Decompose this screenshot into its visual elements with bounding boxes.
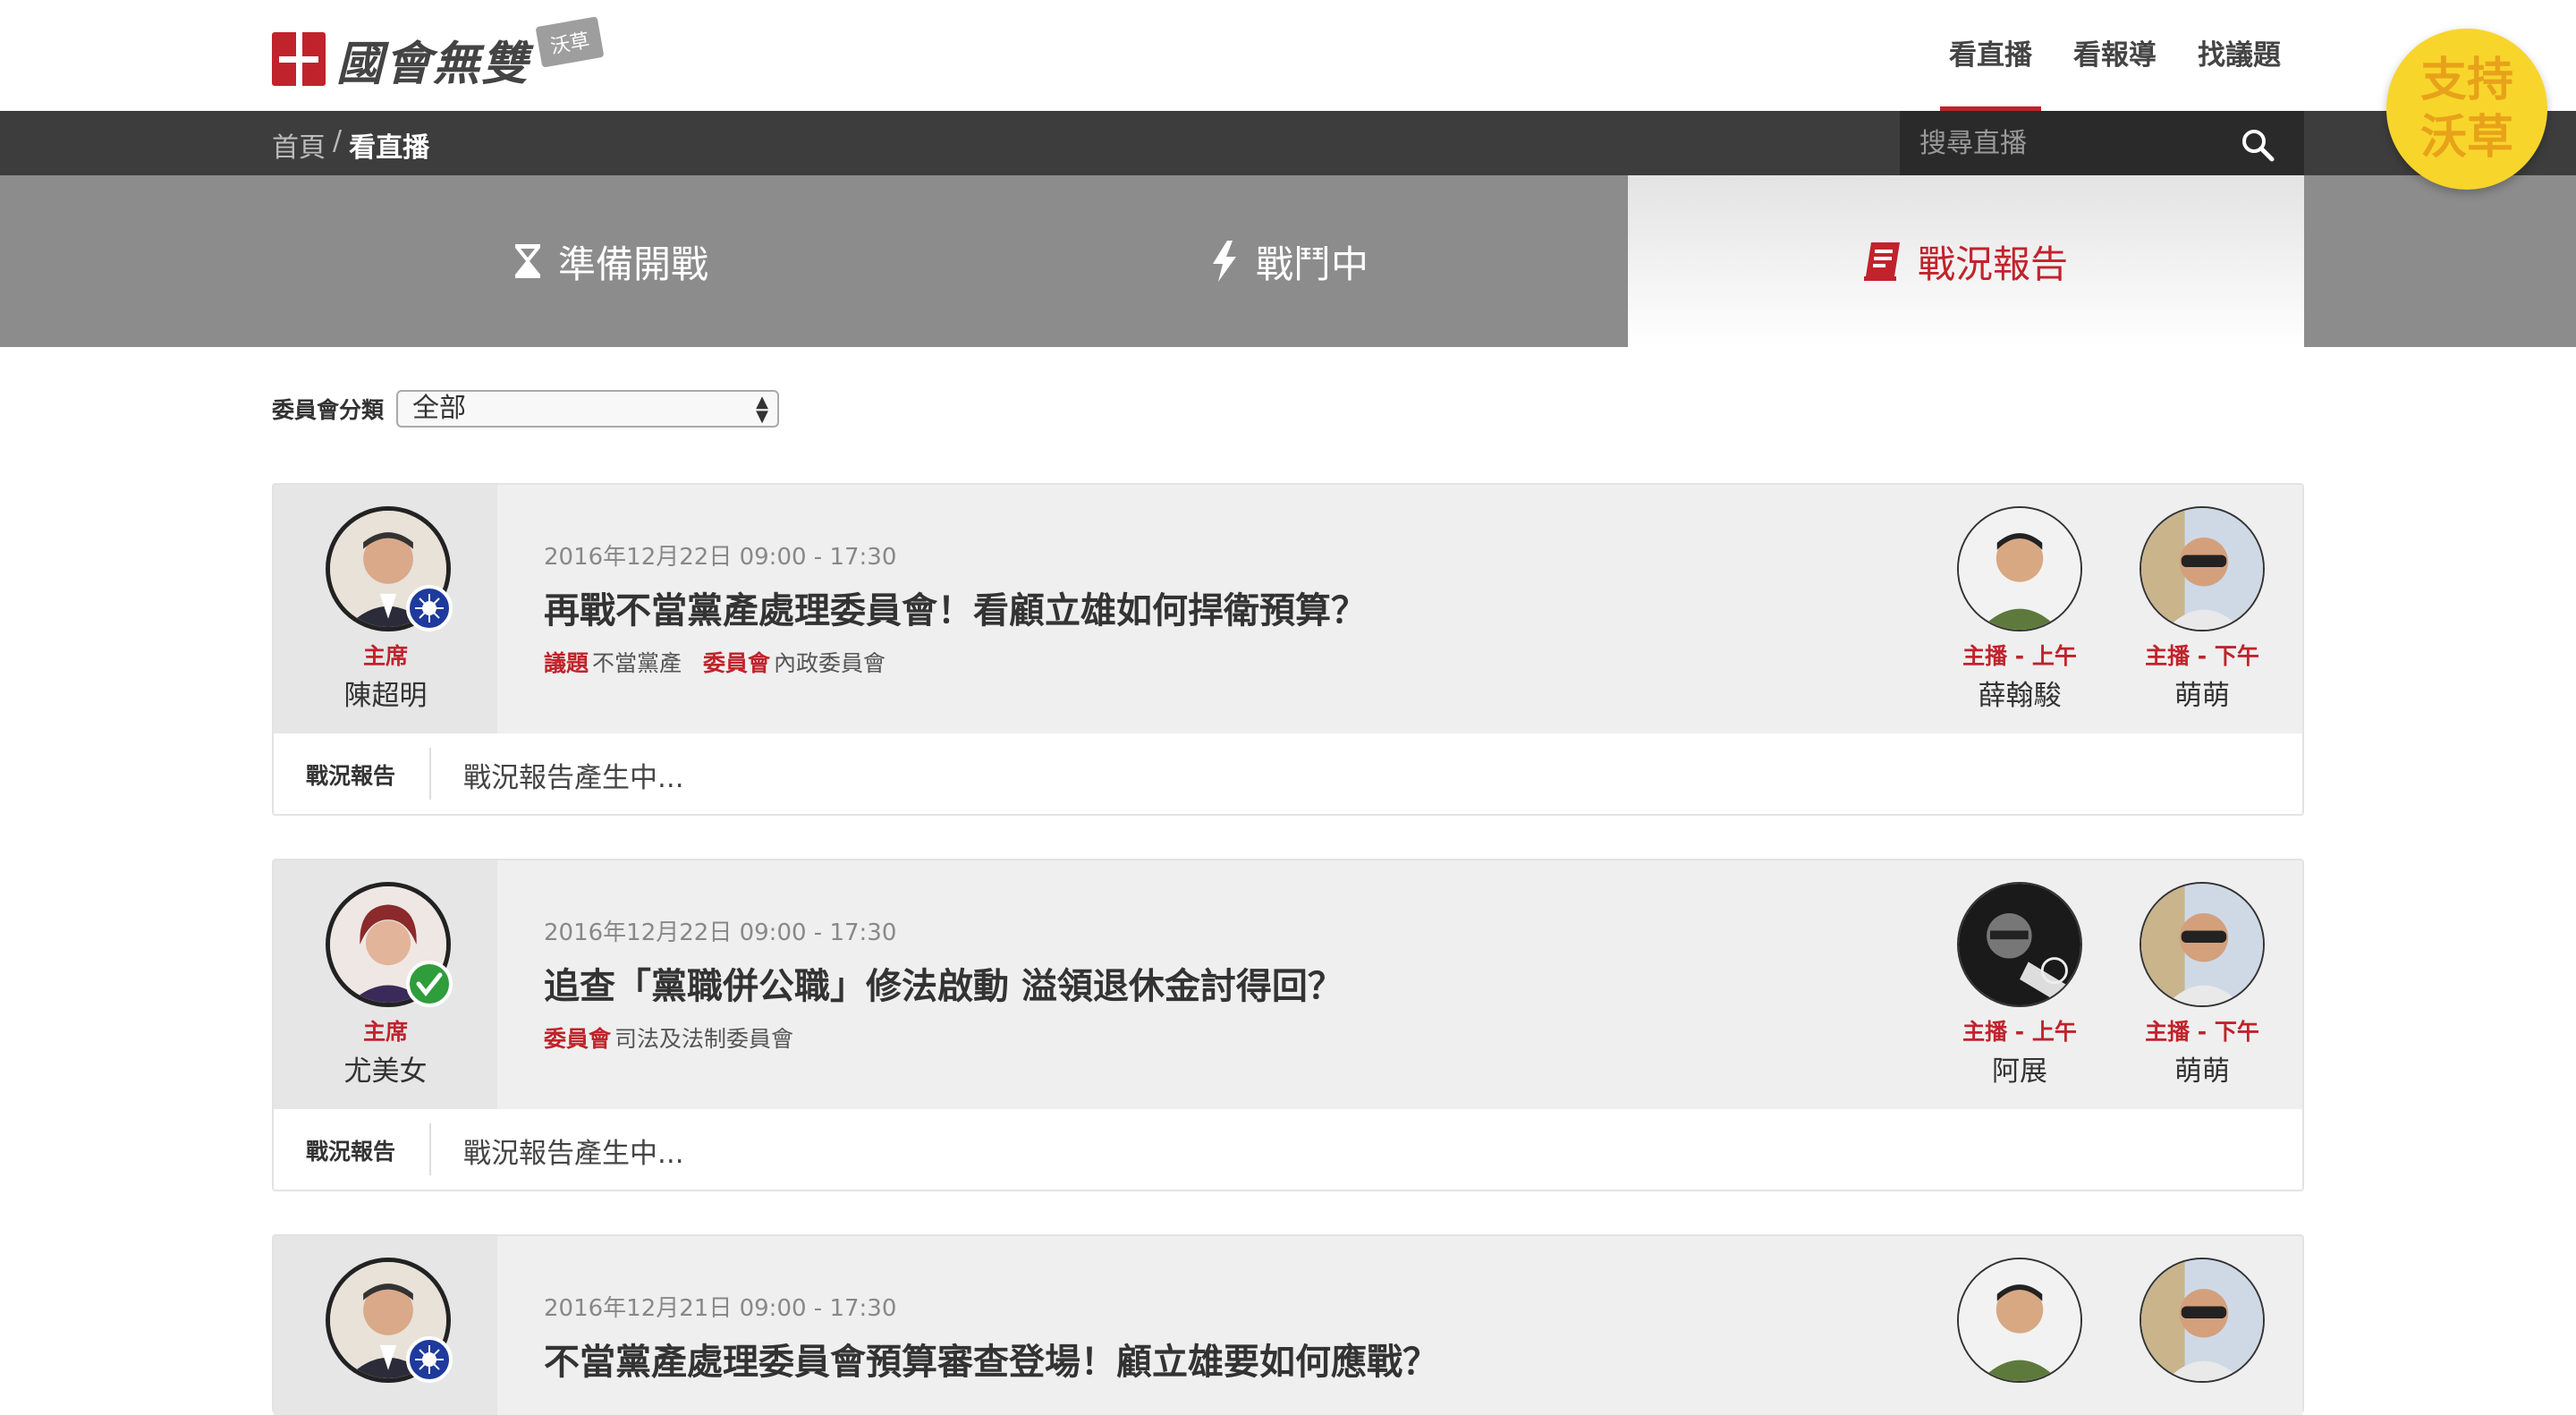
tag-committee-key: 委員會: [703, 650, 771, 676]
host-morning-name[interactable]: 阿展: [1921, 1048, 2118, 1089]
kmt-party-icon: [406, 585, 453, 631]
host-afternoon-name[interactable]: 萌萌: [2104, 1048, 2301, 1089]
tab-fighting[interactable]: 戰鬥中: [950, 175, 1628, 347]
session-date: 2016年12月22日 09:00 - 17:30: [544, 919, 897, 946]
logo-text: 國會無雙: [336, 37, 530, 91]
committee-select-value: 全部: [412, 393, 467, 424]
breadcrumb-current: 看直播: [349, 132, 430, 164]
session-date: 2016年12月22日 09:00 - 17:30: [544, 544, 897, 571]
session-card[interactable]: 主席 陳超明 2016年12月22日 09:00 - 17:30 再戰不當黨產處…: [272, 483, 2304, 816]
battle-report-row[interactable]: 戰況報告 戰況報告產生中...: [274, 1109, 2302, 1190]
session-title[interactable]: 不當黨產處理委員會預算審查登場！顧立雄要如何應戰？: [544, 1333, 1438, 1385]
session-tags: 委員會 司法及法制委員會: [544, 1021, 793, 1054]
host-afternoon-name[interactable]: 萌萌: [2104, 673, 2301, 713]
status-tabs: 準備開戰 戰鬥中 戰況報告: [0, 175, 2576, 347]
chair-name[interactable]: 陳超明: [274, 673, 497, 713]
tag-issue-value[interactable]: 不當黨產: [592, 650, 682, 676]
tag-committee-value[interactable]: 司法及法制委員會: [614, 1026, 793, 1052]
search-icon[interactable]: [2240, 127, 2275, 163]
tag-committee-value[interactable]: 內政委員會: [774, 650, 886, 676]
host-morning-role: 主播 - 上午: [1962, 643, 2077, 669]
tag-committee-key: 委員會: [544, 1026, 612, 1052]
main-nav: 看直播 看報導 找議題: [1940, 32, 2281, 111]
host-morning-avatar[interactable]: [1957, 882, 2082, 1007]
host-afternoon-role: 主播 - 下午: [2145, 643, 2259, 669]
breadcrumb-separator: /: [333, 125, 343, 157]
logo-mark-icon: [272, 32, 326, 86]
session-title[interactable]: 再戰不當黨產處理委員會！看顧立雄如何捍衛預算？: [544, 581, 1367, 633]
tab-preparing[interactable]: 準備開戰: [272, 175, 950, 347]
breadcrumb-bar: 首頁 / 看直播: [0, 111, 2576, 175]
tab-label-report: 戰況報告: [1917, 241, 2068, 286]
tag-issue-key: 議題: [544, 650, 589, 676]
chair-role: 主席: [362, 643, 408, 669]
chair-role: 主席: [362, 1019, 408, 1045]
top-header: 國會無雙 沃草 看直播 看報導 找議題: [0, 0, 2576, 111]
tab-label-preparing: 準備開戰: [557, 241, 708, 286]
select-arrows-icon: ▲ ▼: [756, 393, 769, 426]
chair-name[interactable]: 尤美女: [274, 1048, 497, 1089]
host-morning-role: 主播 - 上午: [1962, 1019, 2077, 1045]
session-summary: 主席 陳超明 2016年12月22日 09:00 - 17:30 再戰不當黨產處…: [274, 485, 2302, 733]
support-line-2: 沃草: [2419, 111, 2513, 165]
battle-report-row[interactable]: 戰況報告 戰況報告產生中...: [274, 733, 2302, 814]
committee-select[interactable]: 全部 ▲ ▼: [396, 390, 780, 428]
host-afternoon-avatar[interactable]: [2140, 882, 2265, 1007]
nav-reports[interactable]: 看報導: [2073, 32, 2157, 111]
report-divider: [429, 1123, 431, 1175]
breadcrumb-home[interactable]: 首頁: [272, 125, 326, 165]
kmt-party-icon: [406, 1336, 453, 1383]
committee-filter: 委員會分類 全部 ▲ ▼: [272, 390, 780, 428]
dpp-party-icon: [406, 961, 453, 1007]
report-label: 戰況報告: [306, 1139, 396, 1165]
breadcrumb: 首頁 / 看直播: [272, 125, 429, 165]
support-button[interactable]: 支持 沃草: [2386, 29, 2547, 190]
host-morning-name[interactable]: 薛翰駿: [1921, 673, 2118, 713]
host-morning-avatar[interactable]: [1957, 1258, 2082, 1383]
report-text: 戰況報告產生中...: [463, 762, 684, 794]
report-divider: [429, 748, 431, 800]
search-input[interactable]: [1919, 125, 2241, 161]
filter-label: 委員會分類: [272, 397, 385, 423]
logo-tag: 沃草: [535, 16, 605, 68]
tab-label-fighting: 戰鬥中: [1255, 241, 1368, 286]
nav-issues[interactable]: 找議題: [2198, 32, 2281, 111]
session-card[interactable]: 2016年12月21日 09:00 - 17:30 不當黨產處理委員會預算審查登…: [272, 1234, 2304, 1415]
session-date: 2016年12月21日 09:00 - 17:30: [544, 1295, 897, 1322]
tab-report[interactable]: 戰況報告: [1628, 175, 2304, 347]
nav-live[interactable]: 看直播: [1940, 32, 2041, 111]
host-afternoon-avatar[interactable]: [2140, 1258, 2265, 1383]
session-tags: 議題 不當黨產 委員會 內政委員會: [544, 646, 886, 678]
session-card[interactable]: 主席 尤美女 2016年12月22日 09:00 - 17:30 追查「黨職併公…: [272, 859, 2304, 1191]
lightning-icon: [1212, 241, 1236, 282]
search-box: [1900, 111, 2304, 175]
site-logo[interactable]: 國會無雙 沃草: [272, 16, 605, 95]
report-icon: [1863, 242, 1900, 281]
support-line-1: 支持: [2419, 54, 2513, 107]
hourglass-icon: [514, 244, 540, 278]
report-label: 戰況報告: [306, 763, 396, 789]
host-afternoon-role: 主播 - 下午: [2145, 1019, 2259, 1045]
session-summary: 主席 尤美女 2016年12月22日 09:00 - 17:30 追查「黨職併公…: [274, 860, 2302, 1109]
session-summary: 2016年12月21日 09:00 - 17:30 不當黨產處理委員會預算審查登…: [274, 1236, 2302, 1415]
report-text: 戰況報告產生中...: [463, 1138, 684, 1170]
host-morning-avatar[interactable]: [1957, 506, 2082, 631]
host-afternoon-avatar[interactable]: [2140, 506, 2265, 631]
session-title[interactable]: 追查「黨職併公職」修法啟動 溢領退休金討得回？: [544, 957, 1343, 1009]
